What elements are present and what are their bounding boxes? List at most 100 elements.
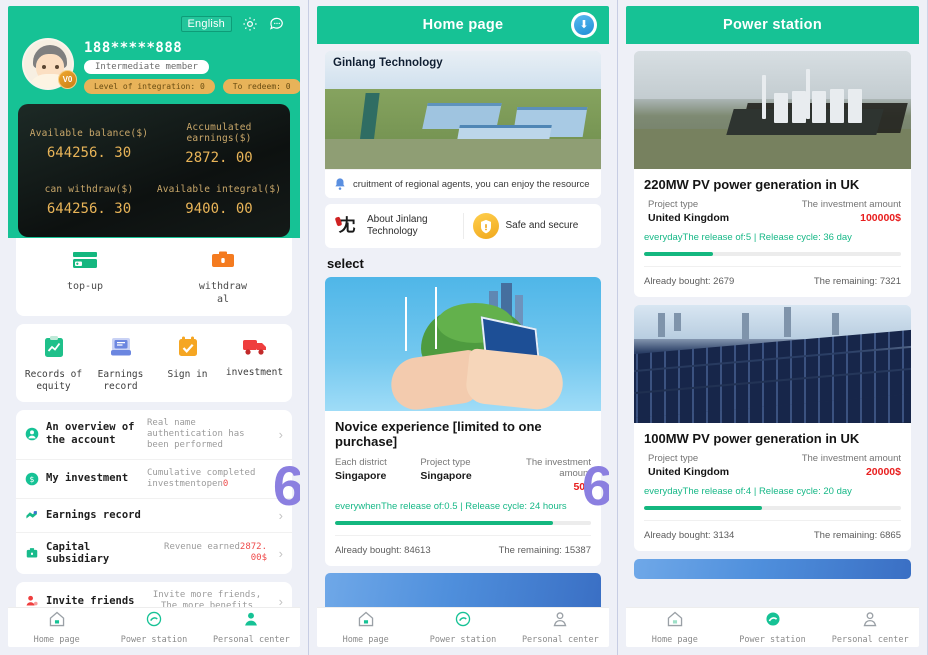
balance-card: Available balance($) 644256. 30 Accumula…	[18, 104, 290, 237]
balance-label: Available balance($)	[29, 127, 149, 139]
download-icon: ⬇	[574, 15, 594, 35]
shield-icon	[472, 213, 499, 239]
wallet-actions-card: top-up withdraw al	[16, 238, 292, 316]
balance-label: Available integral($)	[156, 184, 282, 196]
nav-power-station[interactable]: Power station	[724, 610, 822, 645]
progress-fill	[335, 521, 553, 525]
records-of-equity-button[interactable]: Records of equity	[20, 335, 87, 393]
balance-cell: Accumulated earnings($) 2872. 00	[154, 122, 284, 166]
nav-power-station[interactable]: Power station	[414, 610, 511, 645]
chevron-right-icon: ›	[278, 471, 283, 487]
station-skyline-building	[658, 313, 665, 337]
profile-header: English V0 188*****888 Intermediate memb…	[8, 6, 300, 238]
quick-action-label: Records of equity	[24, 369, 83, 392]
station-progress-bar	[644, 506, 901, 510]
station-meta-type: Project type United Kingdom	[644, 199, 775, 224]
bottom-nav-1: Home page Power station Personal center	[8, 607, 300, 647]
menu-item-capital-subsidiary[interactable]: Capital subsidiary Revenue earned2872. 0…	[16, 533, 292, 575]
nav-label: Home page	[651, 635, 698, 645]
svg-text:$: $	[30, 475, 35, 484]
nav-home-page[interactable]: Home page	[8, 610, 105, 645]
product-progress-bar	[335, 521, 591, 525]
person-icon	[863, 612, 877, 627]
entry-label: Safe and secure	[505, 219, 579, 231]
menu-item-my-investment[interactable]: $ My investment Cumulative completed inv…	[16, 460, 292, 499]
language-button[interactable]: English	[180, 16, 232, 32]
station-bought: Already bought: 3134	[644, 530, 735, 541]
home-header: Home page ⬇	[317, 6, 609, 44]
menu-item-title: Invite friends	[46, 594, 135, 607]
banner-image: Ginlang Technology	[325, 51, 601, 169]
station-chimney	[762, 75, 766, 119]
station-stats: Already bought: 3134 The remaining: 6865	[644, 520, 901, 541]
nav-personal-center[interactable]: Personal center	[203, 610, 300, 645]
entry-safe-and-secure[interactable]: Safe and secure	[462, 213, 602, 239]
nav-power-station[interactable]: Power station	[105, 610, 202, 645]
product-remaining: The remaining: 15387	[498, 545, 591, 556]
menu-item-earnings-record[interactable]: Earnings record ›	[16, 499, 292, 533]
balance-cell: can withdraw($) 644256. 30	[24, 184, 154, 217]
power-station-card-220mw[interactable]: 220MW PV power generation in UK Project …	[634, 51, 911, 297]
banner-card[interactable]: Ginlang Technology cruitment of regional…	[325, 51, 601, 198]
meta-value: United Kingdom	[648, 466, 730, 478]
product-card-novice[interactable]: Novice experience [limited to one purcha…	[325, 277, 601, 566]
gear-icon[interactable]	[241, 15, 259, 33]
sign-in-button[interactable]: Sign in	[154, 335, 221, 393]
book-icon	[110, 338, 131, 356]
station-skyline-building	[832, 313, 839, 335]
power-icon	[146, 611, 162, 627]
integration-pill[interactable]: Level of integration: 0	[84, 79, 215, 94]
product-name: Novice experience [limited to one purcha…	[335, 419, 542, 449]
chat-icon[interactable]	[268, 15, 286, 33]
menu-item-account-overview[interactable]: An overview of the account Real name aut…	[16, 410, 292, 460]
station-cooling-tower	[848, 89, 862, 123]
entry-about-jinlang[interactable]: 冘 About Jinlang Technology	[325, 213, 463, 239]
quick-action-label: investment	[225, 367, 284, 378]
page-title: Power station	[723, 17, 822, 33]
menu-item-sub: Cumulative completed investmentopen0	[147, 467, 256, 489]
station-cooling-tower	[812, 91, 826, 123]
top-up-button[interactable]: top-up	[16, 250, 154, 306]
account-menu-group: An overview of the account Real name aut…	[16, 409, 292, 575]
progress-fill	[644, 506, 763, 510]
product-wind-turbine	[435, 287, 437, 349]
quick-action-label: Sign in	[167, 369, 208, 380]
home-icon	[667, 611, 683, 627]
jinlang-logo-icon: 冘	[334, 213, 360, 239]
product-stats: Already bought: 84613 The remaining: 153…	[335, 535, 591, 556]
station-meta-type: Project type United Kingdom	[644, 453, 775, 478]
redeem-pill[interactable]: To redeem: 0	[222, 79, 300, 94]
nav-personal-center[interactable]: Personal center	[512, 610, 609, 645]
balance-value: 2872. 00	[185, 150, 253, 167]
nav-home-page[interactable]: Home page	[317, 610, 414, 645]
avatar[interactable]: V0	[22, 38, 77, 90]
investment-button[interactable]: investment	[221, 335, 288, 393]
avatar-level-badge: V0	[58, 70, 77, 89]
quick-action-label: Earnings record	[97, 369, 144, 392]
power-station-card-100mw[interactable]: 100MW PV power generation in UK Project …	[634, 305, 911, 551]
person-icon	[245, 612, 258, 626]
nav-label: Power station	[739, 635, 806, 645]
meta-value: Singapore	[420, 470, 472, 482]
meta-label: Project type	[648, 453, 699, 464]
station-release-text: everydayThe release of:4 | Release cycle…	[644, 486, 852, 497]
power-station-body: 220MW PV power generation in UK Project …	[626, 44, 919, 647]
home-icon	[49, 611, 64, 627]
nav-home-page[interactable]: Home page	[626, 610, 724, 645]
station-image-solar-farm	[634, 305, 911, 423]
nav-personal-center[interactable]: Personal center	[821, 610, 919, 645]
download-button[interactable]: ⬇	[571, 12, 597, 38]
top-up-label: top-up	[66, 281, 104, 292]
next-station-card-partial[interactable]	[634, 559, 911, 579]
earnings-record-button[interactable]: Earnings record	[87, 335, 154, 393]
nav-label: Home page	[33, 635, 80, 645]
product-meta-type: Project type Singapore	[420, 457, 505, 493]
notice-bar[interactable]: cruitment of regional agents, you can en…	[325, 169, 601, 198]
person-icon	[553, 612, 567, 627]
station-remaining: The remaining: 7321	[813, 276, 901, 287]
withdraw-button[interactable]: withdraw al	[154, 250, 292, 306]
meta-value: 100000$	[860, 212, 901, 224]
nav-label: Personal center	[521, 635, 599, 645]
logo-mark-char: 冘	[338, 215, 356, 236]
nav-label: Home page	[342, 635, 389, 645]
